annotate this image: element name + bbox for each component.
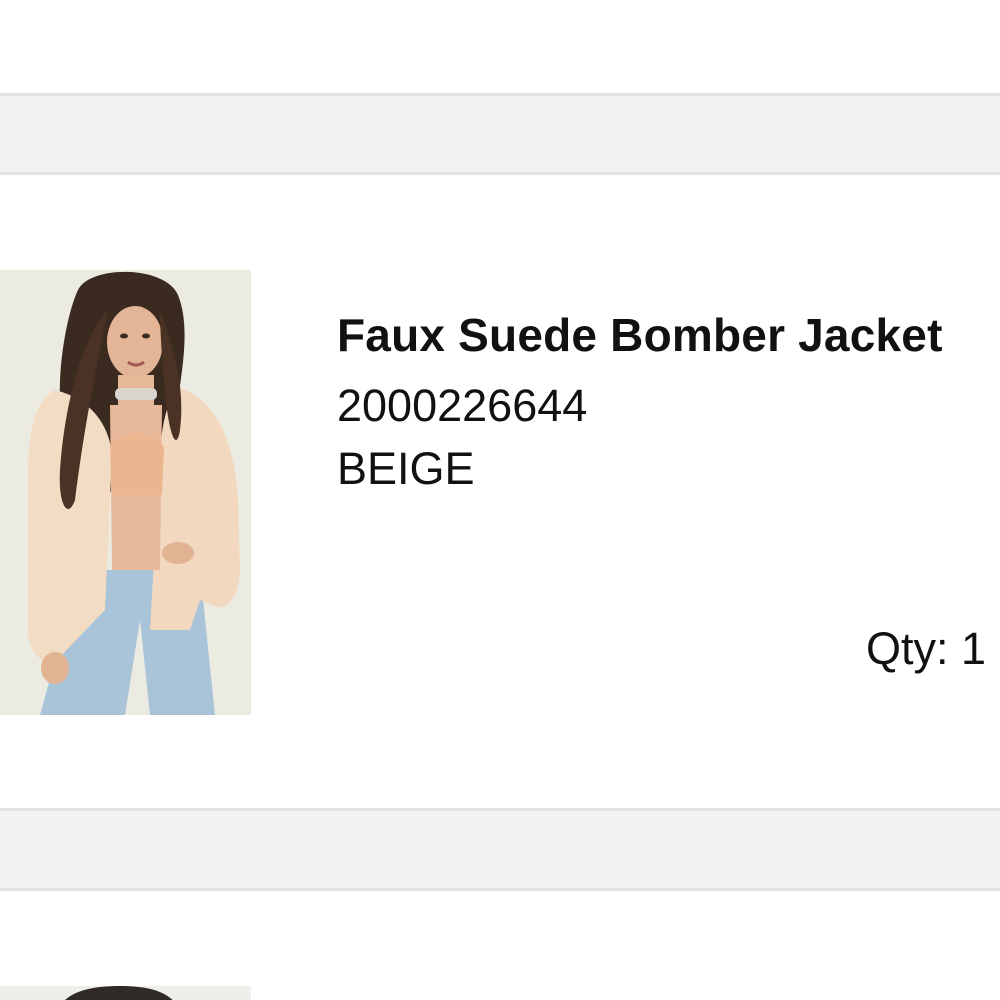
product-image[interactable] [0,270,251,715]
product-name[interactable]: Faux Suede Bomber Jacket [337,308,943,362]
product-image-next[interactable] [0,986,251,1000]
cart-separator [0,808,1000,891]
header-blank-area [0,0,1000,93]
product-quantity[interactable]: Qty: 1 [866,623,986,675]
cart-item[interactable]: Faux Suede Bomber Jacket 2000226644 BEIG… [0,175,1000,808]
cart-separator [0,93,1000,175]
cart-item-next[interactable] [0,891,1000,1000]
product-sku: 2000226644 [337,380,588,431]
product-color: BEIGE [337,443,475,494]
